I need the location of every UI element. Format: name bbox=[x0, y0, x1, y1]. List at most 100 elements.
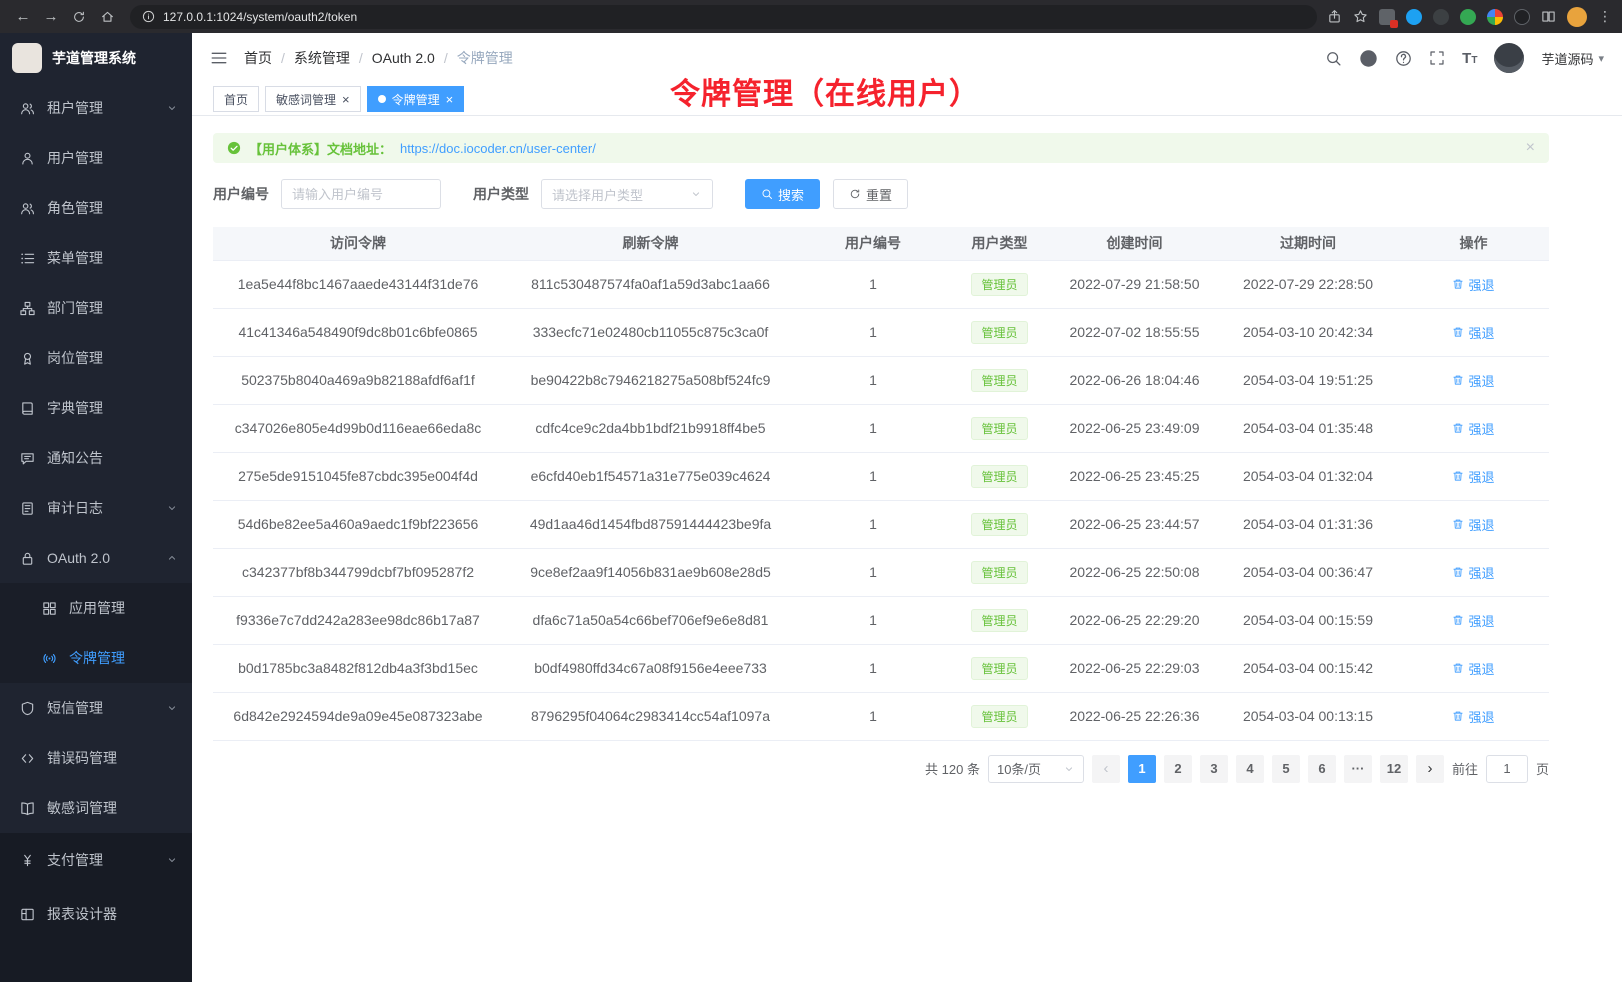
created-time-cell: 2022-06-25 23:44:57 bbox=[1051, 500, 1218, 548]
sidebar-item-notice[interactable]: 通知公告 bbox=[0, 433, 192, 483]
user-id-input[interactable] bbox=[281, 179, 441, 209]
goto-page-input[interactable] bbox=[1486, 755, 1528, 783]
sidebar-item-sms[interactable]: 短信管理 bbox=[0, 683, 192, 733]
force-logout-button[interactable]: 强退 bbox=[1452, 611, 1494, 630]
page-ellipsis[interactable]: ··· bbox=[1344, 755, 1372, 783]
page-number-list: 123456···12 bbox=[1128, 755, 1408, 783]
breadcrumb-item[interactable]: 系统管理 bbox=[294, 48, 350, 68]
page-button-1[interactable]: 1 bbox=[1128, 755, 1156, 783]
sidebar-item-tenant[interactable]: 租户管理 bbox=[0, 83, 192, 133]
extension-icon-paw[interactable] bbox=[1514, 9, 1530, 25]
sidebar-item-menu[interactable]: 菜单管理 bbox=[0, 233, 192, 283]
force-logout-button[interactable]: 强退 bbox=[1452, 707, 1494, 726]
refresh-icon bbox=[72, 10, 86, 24]
extension-icon-grid[interactable] bbox=[1379, 9, 1395, 25]
github-icon[interactable] bbox=[1359, 49, 1378, 68]
share-icon[interactable] bbox=[1327, 9, 1342, 24]
sidebar-item-dept[interactable]: 部门管理 bbox=[0, 283, 192, 333]
browser-refresh-button[interactable] bbox=[66, 4, 92, 30]
goto-label: 前往 bbox=[1452, 759, 1478, 778]
page-button-3[interactable]: 3 bbox=[1200, 755, 1228, 783]
extension-icon-dark[interactable] bbox=[1433, 9, 1449, 25]
font-size-icon[interactable]: TT bbox=[1462, 51, 1477, 66]
tags-view-bar: 首页敏感词管理×令牌管理× bbox=[192, 83, 1622, 116]
sidebar-item-audit-log[interactable]: 审计日志 bbox=[0, 483, 192, 533]
access-token-cell: 1ea5e44f8bc1467aaede43144f31de76 bbox=[213, 260, 503, 308]
tab-token[interactable]: 令牌管理× bbox=[367, 86, 465, 112]
extensions-puzzle-icon[interactable] bbox=[1487, 9, 1503, 25]
sidebar-item-error-code[interactable]: 错误码管理 bbox=[0, 733, 192, 783]
next-page-button[interactable]: › bbox=[1416, 755, 1444, 783]
tab-sensitive-word[interactable]: 敏感词管理× bbox=[265, 86, 361, 112]
page-button-4[interactable]: 4 bbox=[1236, 755, 1264, 783]
trash-icon bbox=[1452, 326, 1464, 338]
prev-page-button[interactable]: ‹ bbox=[1092, 755, 1120, 783]
user-type-cell: 管理员 bbox=[948, 500, 1051, 548]
sidebar-item-oauth2[interactable]: OAuth 2.0 bbox=[0, 533, 192, 583]
role-icon bbox=[20, 201, 35, 216]
extension-icon-green[interactable] bbox=[1460, 9, 1476, 25]
action-cell: 强退 bbox=[1398, 356, 1549, 404]
sidebar-item-pay[interactable]: 支付管理 bbox=[0, 833, 192, 887]
search-button[interactable]: 搜索 bbox=[745, 179, 820, 209]
force-logout-button[interactable]: 强退 bbox=[1452, 467, 1494, 486]
user-id-cell: 1 bbox=[798, 260, 948, 308]
fullscreen-icon[interactable] bbox=[1429, 50, 1445, 66]
force-logout-button[interactable]: 强退 bbox=[1452, 515, 1494, 534]
help-icon[interactable] bbox=[1395, 50, 1412, 67]
sidebar-item-dict[interactable]: 字典管理 bbox=[0, 383, 192, 433]
tab-close-icon[interactable]: × bbox=[446, 93, 454, 106]
page-button-2[interactable]: 2 bbox=[1164, 755, 1192, 783]
sidebar-item-oauth2-application[interactable]: 应用管理 bbox=[0, 583, 192, 633]
action-cell: 强退 bbox=[1398, 644, 1549, 692]
site-info-icon[interactable] bbox=[142, 10, 155, 23]
user-type-select[interactable]: 请选择用户类型 bbox=[541, 179, 713, 209]
search-icon[interactable] bbox=[1325, 50, 1342, 67]
tab-home[interactable]: 首页 bbox=[213, 86, 259, 112]
hamburger-icon[interactable] bbox=[210, 49, 228, 67]
access-token-cell: 6d842e2924594de9a09e45e087323abe bbox=[213, 692, 503, 740]
browser-profile-avatar[interactable] bbox=[1567, 7, 1587, 27]
breadcrumb: 首页/系统管理/OAuth 2.0/令牌管理 bbox=[244, 48, 513, 68]
sidebar-item-sensitive-word[interactable]: 敏感词管理 bbox=[0, 783, 192, 833]
sidebar-item-report-designer[interactable]: 报表设计器 bbox=[0, 887, 192, 941]
sidebar-item-oauth2-token[interactable]: 令牌管理 bbox=[0, 633, 192, 683]
page-size-select[interactable]: 10条/页 bbox=[988, 755, 1084, 783]
main-area: 令牌管理（在线用户） 首页/系统管理/OAuth 2.0/令牌管理 TT 芋道源… bbox=[192, 33, 1622, 982]
force-logout-button[interactable]: 强退 bbox=[1452, 275, 1494, 294]
sidebar-item-role[interactable]: 角色管理 bbox=[0, 183, 192, 233]
user-avatar[interactable] bbox=[1494, 43, 1524, 73]
refresh-token-cell: 8796295f04064c2983414cc54af1097a bbox=[503, 692, 798, 740]
force-logout-button[interactable]: 强退 bbox=[1452, 371, 1494, 390]
chevron-down-icon bbox=[166, 702, 178, 714]
force-logout-button[interactable]: 强退 bbox=[1452, 563, 1494, 582]
browser-menu-icon[interactable]: ⋮ bbox=[1598, 8, 1612, 25]
force-logout-button[interactable]: 强退 bbox=[1452, 419, 1494, 438]
browser-url-bar[interactable]: 127.0.0.1:1024/system/oauth2/token bbox=[130, 5, 1317, 29]
page-button-12[interactable]: 12 bbox=[1380, 755, 1408, 783]
extension-icon-blue[interactable] bbox=[1406, 9, 1422, 25]
reset-button[interactable]: 重置 bbox=[833, 179, 908, 209]
search-form: 用户编号 用户类型 请选择用户类型 搜索 重置 bbox=[213, 179, 1549, 209]
user-menu[interactable]: 芋道源码 ▾ bbox=[1541, 49, 1604, 68]
breadcrumb-item[interactable]: OAuth 2.0 bbox=[372, 50, 435, 66]
breadcrumb-item[interactable]: 首页 bbox=[244, 48, 272, 68]
alert-doc-link[interactable]: https://doc.iocoder.cn/user-center/ bbox=[400, 141, 596, 156]
access-token-cell: b0d1785bc3a8482f812db4a3f3bd15ec bbox=[213, 644, 503, 692]
sidebar-item-post[interactable]: 岗位管理 bbox=[0, 333, 192, 383]
browser-forward-button[interactable]: → bbox=[38, 4, 64, 30]
force-logout-button[interactable]: 强退 bbox=[1452, 323, 1494, 342]
alert-close-icon[interactable]: × bbox=[1526, 140, 1535, 156]
app-logo[interactable]: 芋道管理系统 bbox=[0, 33, 192, 83]
sidebar-item-user[interactable]: 用户管理 bbox=[0, 133, 192, 183]
browser-home-button[interactable] bbox=[94, 4, 120, 30]
menu-icon bbox=[20, 251, 35, 266]
bookmark-star-icon[interactable] bbox=[1353, 9, 1368, 24]
breadcrumb-separator: / bbox=[359, 50, 363, 66]
split-view-icon[interactable] bbox=[1541, 9, 1556, 24]
force-logout-button[interactable]: 强退 bbox=[1452, 659, 1494, 678]
page-button-6[interactable]: 6 bbox=[1308, 755, 1336, 783]
page-button-5[interactable]: 5 bbox=[1272, 755, 1300, 783]
browser-back-button[interactable]: ← bbox=[10, 4, 36, 30]
tab-close-icon[interactable]: × bbox=[342, 93, 350, 106]
